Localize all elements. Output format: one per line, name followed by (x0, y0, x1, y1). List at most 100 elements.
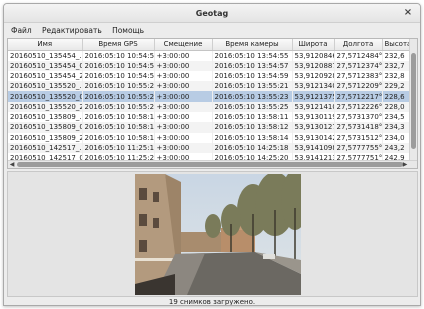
table-row[interactable]: 20160510_135454_0...2016:05:10 10:54:57+… (8, 60, 412, 71)
cell-offset: +3:00:00 (154, 60, 213, 71)
title-bar[interactable]: Geotag × (4, 4, 420, 23)
scroll-right-arrow-icon[interactable]: ▶ (401, 161, 409, 168)
cell-gps-time: 2016:05:10 10:54:55 (82, 50, 155, 61)
cell-camera-time: 2016:05:10 13:58:11 (212, 111, 293, 123)
cell-gps-time: 2016:05:10 10:58:14 (82, 132, 155, 143)
cell-offset: +3:00:00 (154, 91, 213, 102)
cell-latitude: 53,9130127° (292, 122, 335, 133)
table-body: 20160510_135454_... 2016:05:10 10:54:55 +3… (8, 50, 412, 164)
cell-name: 20160510_135520_2... (8, 101, 83, 112)
header-row: Имя Время GPS Смещение Время камеры Широ… (8, 39, 412, 51)
cell-altitude: 234,0 (382, 132, 412, 143)
cell-gps-time: 2016:05:10 10:58:11 (82, 111, 155, 123)
cell-longitude: 27,5712484° (334, 50, 383, 61)
cell-camera-time: 2016:05:10 13:55:25 (212, 101, 293, 112)
cell-offset: +3:00:00 (154, 122, 213, 133)
cell-latitude: 53,9120846° (292, 50, 335, 61)
cell-altitude: 228,0 (382, 101, 412, 112)
window-title: Geotag (195, 9, 229, 18)
cell-longitude: 27,5712217° (334, 91, 383, 102)
cell-altitude: 229,2 (382, 81, 412, 92)
horizontal-scrollbar[interactable]: ◀ ▶ (8, 160, 417, 168)
table-row[interactable]: 20160510_135520_... 2016:05:10 10:55:21 +3… (8, 81, 412, 92)
cell-longitude: 27,5731512° (334, 132, 383, 143)
table-row[interactable]: 20160510_135520_0...2016:05:10 10:55:23+… (8, 91, 412, 102)
cell-camera-time: 2016:05:10 13:54:55 (212, 50, 293, 61)
cell-longitude: 27,5777755° (334, 142, 383, 154)
cell-altitude: 232,7 (382, 60, 412, 71)
photo-preview (135, 174, 301, 295)
cell-altitude: 234,3 (382, 122, 412, 133)
table-row[interactable]: 20160510_142517_... 2016:05:10 11:25:18 +3… (8, 142, 412, 154)
cell-longitude: 27,5731418° (334, 122, 383, 133)
cell-name: 20160510_135809_... (8, 111, 83, 123)
cell-name: 20160510_135809_0... (8, 122, 83, 133)
menu-help[interactable]: Помощь (109, 23, 147, 38)
cell-altitude: 234,5 (382, 111, 412, 123)
table-row[interactable]: 20160510_135454_2...2016:05:10 10:54:59+… (8, 70, 412, 82)
cell-altitude: 232,8 (382, 70, 412, 82)
cell-gps-time: 2016:05:10 10:58:12 (82, 122, 155, 133)
table-row[interactable]: 20160510_135809_2...2016:05:10 10:58:14+… (8, 132, 412, 143)
cell-latitude: 53,9141098° (292, 142, 335, 154)
vertical-scrollbar[interactable] (409, 39, 417, 161)
table-row[interactable]: 20160510_135520_2...2016:05:10 10:55:25+… (8, 101, 412, 112)
cell-longitude: 27,5712209° (334, 81, 383, 92)
cell-longitude: 27,5731370° (334, 111, 383, 123)
cell-latitude: 53,9120928° (292, 70, 335, 82)
menu-bar: Файл Редактировать Помощь (4, 23, 420, 38)
cell-gps-time: 2016:05:10 10:54:59 (82, 70, 155, 82)
column-header-gps-time[interactable]: Время GPS (82, 39, 155, 51)
vertical-scroll-thumb[interactable] (411, 53, 416, 149)
geotag-window: Geotag × Файл Редактировать Помощь Имя В… (3, 3, 421, 306)
cell-name: 20160510_135520_0... (8, 91, 83, 102)
street-photo-image (135, 174, 301, 295)
cell-camera-time: 2016:05:10 13:55:23 (212, 91, 293, 102)
column-header-camera-time[interactable]: Время камеры (212, 39, 293, 51)
cell-offset: +3:00:00 (154, 132, 213, 143)
cell-camera-time: 2016:05:10 14:25:18 (212, 142, 293, 154)
cell-offset: +3:00:00 (154, 70, 213, 82)
cell-latitude: 53,9121375° (292, 91, 335, 102)
cell-altitude: 232,6 (382, 50, 412, 61)
cell-name: 20160510_142517_... (8, 142, 83, 154)
cell-latitude: 53,9130119° (292, 111, 335, 123)
cell-latitude: 53,9130142° (292, 132, 335, 143)
cell-name: 20160510_135520_... (8, 81, 83, 92)
cell-camera-time: 2016:05:10 13:54:59 (212, 70, 293, 82)
cell-offset: +3:00:00 (154, 50, 213, 61)
column-header-longitude[interactable]: Долгота (334, 39, 383, 51)
table-row[interactable]: 20160510_135809_0...2016:05:10 10:58:12+… (8, 122, 412, 133)
cell-name: 20160510_135454_0... (8, 60, 83, 71)
photo-grid: Имя Время GPS Смещение Время камеры Широ… (8, 39, 412, 164)
cell-offset: +3:00:00 (154, 111, 213, 123)
cell-name: 20160510_135454_... (8, 50, 83, 61)
cell-camera-time: 2016:05:10 13:54:57 (212, 60, 293, 71)
cell-gps-time: 2016:05:10 10:55:25 (82, 101, 155, 112)
cell-latitude: 53,9120887° (292, 60, 335, 71)
cell-gps-time: 2016:05:10 10:55:21 (82, 81, 155, 92)
cell-gps-time: 2016:05:10 10:55:23 (82, 91, 155, 102)
cell-offset: +3:00:00 (154, 101, 213, 112)
cell-name: 20160510_135809_2... (8, 132, 83, 143)
menu-file[interactable]: Файл (8, 23, 35, 38)
cell-camera-time: 2016:05:10 13:55:21 (212, 81, 293, 92)
horizontal-scroll-thumb[interactable] (17, 162, 403, 167)
table-row[interactable]: 20160510_135454_... 2016:05:10 10:54:55 +3… (8, 50, 412, 61)
column-header-offset[interactable]: Смещение (154, 39, 213, 51)
column-header-latitude[interactable]: Широта (292, 39, 335, 51)
column-header-altitude[interactable]: Высота (382, 39, 412, 51)
cell-altitude: 228,6 (382, 91, 412, 102)
cell-name: 20160510_135454_2... (8, 70, 83, 82)
status-bar: 19 снимков загружено. (168, 298, 256, 306)
cell-offset: +3:00:00 (154, 81, 213, 92)
menu-edit[interactable]: Редактировать (39, 23, 105, 38)
photo-table[interactable]: Имя Время GPS Смещение Время камеры Широ… (7, 38, 418, 169)
close-icon[interactable]: × (402, 7, 414, 19)
scroll-left-arrow-icon[interactable]: ◀ (8, 161, 16, 168)
table-row[interactable]: 20160510_135809_... 2016:05:10 10:58:11 +3… (8, 111, 412, 123)
cell-camera-time: 2016:05:10 13:58:12 (212, 122, 293, 133)
cell-longitude: 27,5712374° (334, 60, 383, 71)
column-header-name[interactable]: Имя (8, 39, 83, 51)
cell-altitude: 243,2 (382, 142, 412, 154)
